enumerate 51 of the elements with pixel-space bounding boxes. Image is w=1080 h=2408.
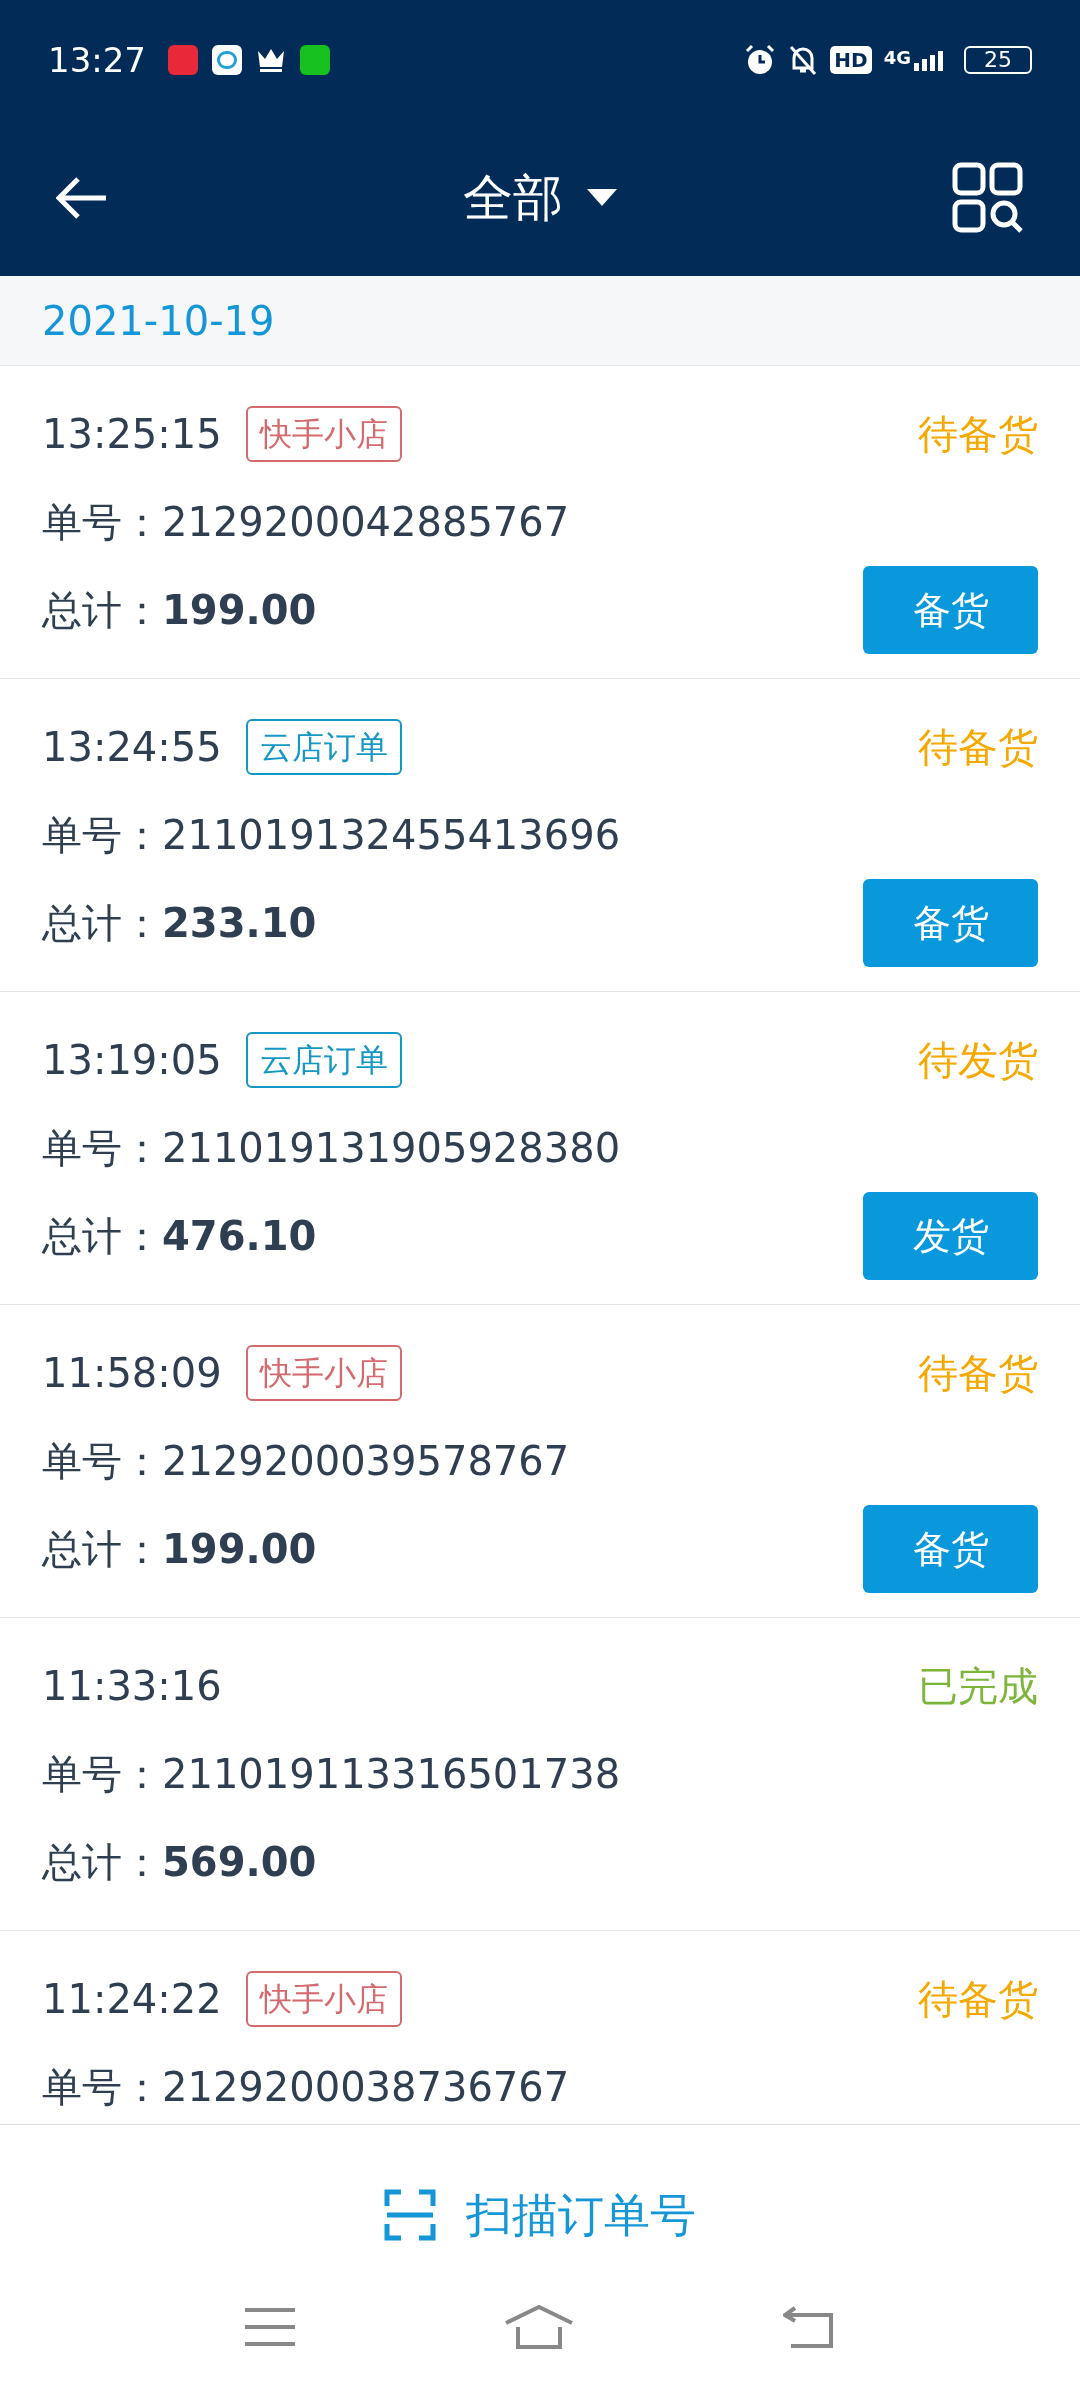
order-number: 单号：2129200042885767 xyxy=(42,498,570,547)
source-tag: 快手小店 xyxy=(245,406,402,462)
order-number: 单号：2129200038736767 xyxy=(42,2063,570,2112)
order-status: 待备货 xyxy=(918,1349,1038,1398)
order-status: 待备货 xyxy=(918,410,1038,459)
action-button[interactable]: 备货 xyxy=(863,879,1038,967)
crown-icon xyxy=(256,47,286,73)
order-total: 总计：199.00 xyxy=(42,1525,317,1574)
order-total: 总计：476.10 xyxy=(42,1212,317,1261)
order-time: 11:33:16 xyxy=(42,1662,222,1711)
battery-indicator: 25 xyxy=(964,46,1032,74)
back-icon[interactable] xyxy=(783,2306,836,2348)
alarm-icon xyxy=(744,44,777,76)
order-time: 11:58:09 xyxy=(42,1349,222,1398)
back-arrow-icon[interactable] xyxy=(56,176,108,220)
order-total: 总计：233.10 xyxy=(42,899,317,948)
source-tag: 快手小店 xyxy=(245,1345,402,1401)
hd-badge: HD xyxy=(830,46,872,74)
order-status: 待发货 xyxy=(918,1036,1038,1085)
menu-icon[interactable] xyxy=(244,2307,295,2347)
scan-icon xyxy=(384,2189,436,2241)
order-time: 11:24:22 xyxy=(42,1975,222,2024)
order-time: 13:19:05 xyxy=(42,1036,222,1085)
scan-order-button[interactable]: 扫描订单号 xyxy=(384,2165,696,2265)
grid-search-icon[interactable] xyxy=(952,162,1024,234)
order-total: 总计：199.00 xyxy=(42,586,317,635)
order-total: 总计：569.00 xyxy=(42,1838,317,1887)
order-number: 单号：211019132455413696 xyxy=(42,811,621,860)
network-label: 4G xyxy=(883,49,911,67)
filter-dropdown[interactable]: 全部 xyxy=(463,160,617,236)
order-number: 单号：211019131905928380 xyxy=(42,1124,621,1173)
signal-icon xyxy=(914,49,944,71)
home-icon[interactable] xyxy=(504,2305,574,2349)
order-time: 13:25:15 xyxy=(42,410,222,459)
order-number: 单号：2129200039578767 xyxy=(42,1437,570,1486)
source-tag: 云店订单 xyxy=(245,719,402,775)
order-number: 单号：211019113316501738 xyxy=(42,1750,621,1799)
chat-app-icon xyxy=(212,45,242,75)
order-status: 待备货 xyxy=(918,723,1038,772)
order-status: 已完成 xyxy=(918,1662,1038,1711)
order-time: 13:24:55 xyxy=(42,723,222,772)
action-button[interactable]: 发货 xyxy=(863,1192,1038,1280)
source-tag: 云店订单 xyxy=(245,1032,402,1088)
caret-icon xyxy=(587,189,617,207)
source-tag: 快手小店 xyxy=(245,1971,402,2027)
clock: 13:27 xyxy=(48,38,146,82)
action-button[interactable]: 备货 xyxy=(863,1505,1038,1593)
date-header: 2021-10-19 xyxy=(42,296,275,346)
action-button[interactable]: 备货 xyxy=(863,566,1038,654)
bell-off-icon xyxy=(788,44,819,76)
order-status: 待备货 xyxy=(918,1975,1038,2024)
